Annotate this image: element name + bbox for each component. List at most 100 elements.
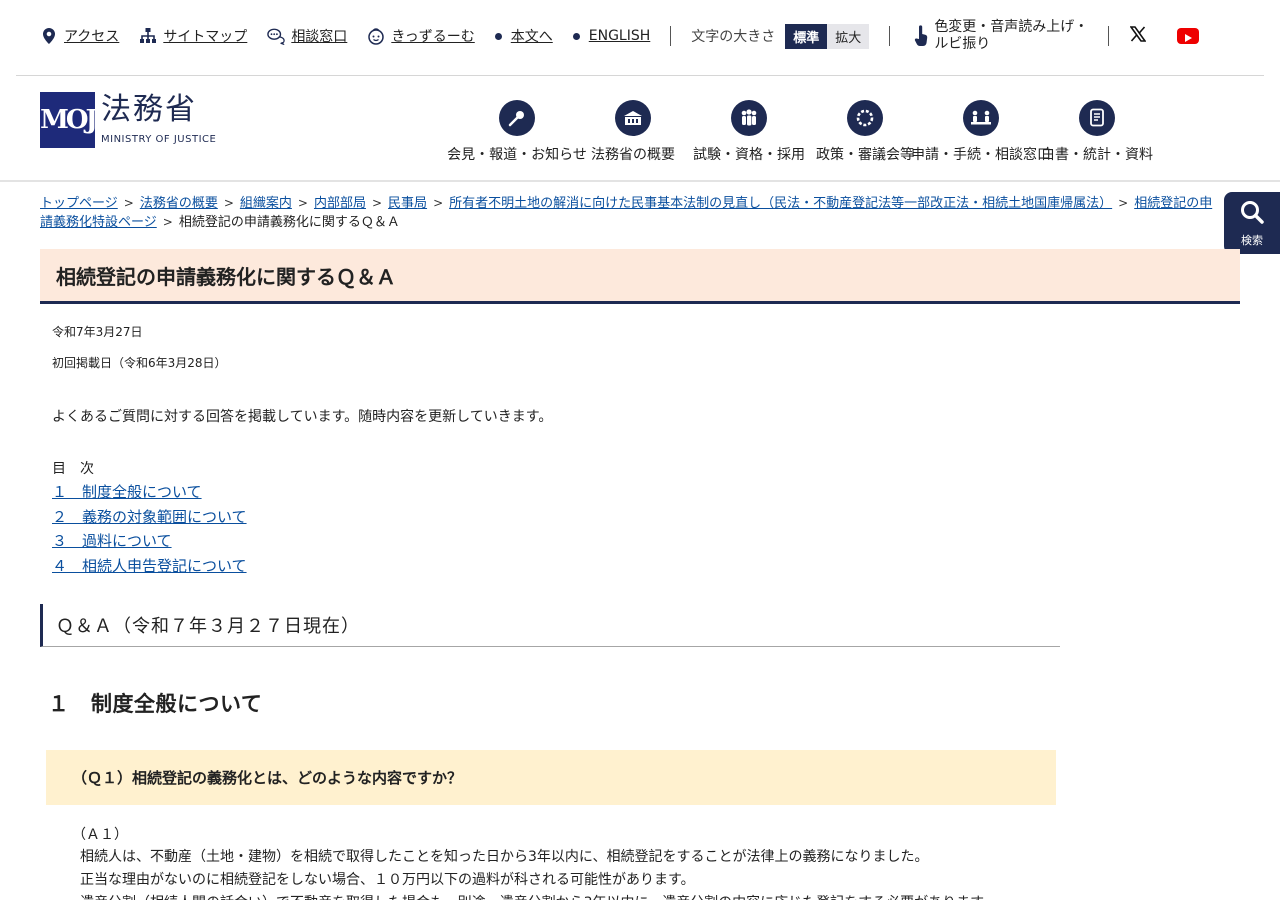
logo-text: 法務省 MINISTRY OF JUSTICE	[101, 92, 216, 145]
gnav-whitepaper[interactable]: 白書・統計・資料	[1032, 100, 1162, 164]
toc-item-heir-declaration[interactable]: ４ 相続人申告登記について	[52, 554, 247, 579]
logo-name-en: MINISTRY OF JUSTICE	[101, 134, 217, 145]
english-link[interactable]: ENGLISH	[572, 28, 651, 44]
skip-to-content-label: 本文へ	[510, 29, 553, 45]
breadcrumb-current: 相続登記の申請義務化に関するＱ＆Ａ	[178, 215, 400, 230]
social-links	[1129, 26, 1200, 46]
sitemap-link[interactable]: サイトマップ	[139, 26, 247, 46]
chevron-right-icon: >	[297, 196, 308, 210]
utility-bar: アクセス サイトマップ 相談窓口 きっずるーむ 本文へ ENGLISH 文字の大…	[0, 0, 1280, 75]
gnav-procedures[interactable]: 申請・手続・相談窓口	[911, 100, 1051, 164]
global-nav: 会見・報道・お知らせ 法務省の概要 試験・資格・採用 政策・審議会等 申請・手続…	[447, 100, 1153, 164]
gnav-procedures-label: 申請・手続・相談窓口	[911, 147, 1051, 163]
people-icon	[731, 100, 767, 136]
gnav-press[interactable]: 会見・報道・お知らせ	[447, 100, 587, 164]
divider	[1108, 26, 1110, 46]
question-text: （Ｑ１）相続登記の義務化とは、どのような内容ですか？	[72, 769, 463, 787]
toc-item-scope[interactable]: ２ 義務の対象範囲について	[52, 505, 247, 530]
answer-label: （Ａ１）	[72, 827, 128, 843]
microphone-icon	[499, 100, 535, 136]
breadcrumb-organization[interactable]: 組織案内	[240, 196, 292, 211]
youtube-icon	[1184, 27, 1193, 46]
toc-title: 目 次	[52, 461, 94, 477]
breadcrumb-top[interactable]: トップページ	[40, 196, 118, 211]
kidsroom-label: きっずるーむ	[391, 29, 475, 45]
pin-icon	[40, 27, 58, 45]
search-label: 検索	[1241, 233, 1263, 247]
chevron-right-icon: >	[162, 215, 173, 229]
first-posted-date: 初回掲載日（令和6年3月28日）	[52, 356, 227, 370]
breadcrumb: トップページ > 法務省の概要 > 組織案内 > 内部部局 > 民事局 > 所有者不明土地の解消に向…	[40, 194, 1225, 232]
intro-text: よくあるご質問に対する回答を掲載しています。随時内容を更新していきます。	[52, 409, 553, 425]
answer-line: 遺産分割（相続人間の話合い）で不動産を取得した場合も、別途、遺産分割から3年以内…	[80, 892, 1040, 900]
kids-icon	[367, 27, 385, 45]
divider	[670, 26, 672, 46]
page-title: 相続登記の申請義務化に関するＱ＆Ａ	[56, 264, 396, 289]
toc-item-penalty[interactable]: ３ 過料について	[52, 529, 247, 554]
bullet-icon	[572, 32, 580, 40]
search-button[interactable]: 検索	[1224, 192, 1280, 254]
text-size-large-button[interactable]: 拡大	[827, 23, 870, 49]
accessibility-tools-line1: 色変更・音声読み上げ・	[934, 19, 1089, 35]
moj-logo-mark: MOJ	[40, 92, 98, 148]
qa-heading: Ｑ＆Ａ（令和７年３月２７日現在）	[56, 616, 360, 637]
text-size-standard-button[interactable]: 標準	[785, 23, 828, 49]
answer-body: 相続人は、不動産（土地・建物）を相続で取得したことを知った日から3年以内に、相続…	[80, 846, 1040, 900]
breadcrumb-land-law-reform[interactable]: 所有者不明土地の解消に向けた民事基本法制の見直し（民法・不動産登記法等一部改正法…	[449, 196, 1112, 211]
search-icon	[1239, 199, 1265, 229]
bullet-icon	[494, 32, 502, 40]
x-logo-icon	[1129, 26, 1147, 46]
kidsroom-link[interactable]: きっずるーむ	[367, 26, 475, 46]
qa-heading-box: Ｑ＆Ａ（令和７年３月２７日現在）	[40, 604, 1060, 647]
chevron-right-icon: >	[371, 196, 383, 210]
chevron-right-icon: >	[1118, 196, 1129, 210]
document-icon	[1079, 100, 1115, 136]
sitemap-icon	[139, 27, 157, 45]
ring-icon	[847, 100, 883, 136]
access-label: アクセス	[64, 29, 120, 45]
answer-line: 相続人は、不動産（土地・建物）を相続で取得したことを知った日から3年以内に、相続…	[80, 849, 929, 865]
toc-item-general[interactable]: １ 制度全般について	[52, 480, 247, 505]
chevron-right-icon: >	[223, 196, 234, 210]
skip-to-content-link[interactable]: 本文へ	[494, 26, 553, 46]
logo-name-jp: 法務省	[101, 92, 197, 127]
accessibility-tools-text: 色変更・音声読み上げ・ ルビ振り	[934, 19, 1088, 53]
consult-link[interactable]: 相談窓口	[267, 26, 347, 46]
gnav-overview[interactable]: 法務省の概要	[568, 100, 698, 164]
header-divider	[0, 180, 1280, 182]
site-header: MOJ 法務省 MINISTRY OF JUSTICE 会見・報道・お知らせ 法…	[0, 76, 1280, 180]
gnav-whitepaper-label: 白書・統計・資料	[1041, 147, 1153, 163]
x-link[interactable]	[1129, 26, 1147, 46]
breadcrumb-internal-bureaus[interactable]: 内部部局	[314, 196, 366, 211]
gnav-overview-label: 法務省の概要	[591, 147, 675, 163]
text-size-label: 文字の大きさ	[691, 29, 776, 45]
utility-links: アクセス サイトマップ 相談窓口 きっずるーむ 本文へ ENGLISH 文字の大…	[40, 16, 1200, 56]
breadcrumb-civil-affairs[interactable]: 民事局	[388, 196, 427, 211]
section-heading-general: １ 制度全般について	[48, 692, 263, 716]
sitemap-label: サイトマップ	[163, 29, 248, 45]
page-title-box: 相続登記の申請義務化に関するＱ＆Ａ	[40, 249, 1240, 304]
divider	[889, 26, 891, 46]
table-of-contents: １ 制度全般について ２ 義務の対象範囲について ３ 過料について ４ 相続人申…	[52, 480, 247, 578]
question-box: （Ｑ１）相続登記の義務化とは、どのような内容ですか？	[46, 750, 1056, 805]
accessibility-tools-link[interactable]: 色変更・音声読み上げ・ ルビ振り	[910, 19, 1088, 53]
accessibility-tools-line2: ルビ振り	[934, 36, 991, 52]
building-icon	[615, 100, 651, 136]
chevron-right-icon: >	[123, 196, 134, 210]
counter-icon	[963, 100, 999, 136]
gnav-press-label: 会見・報道・お知らせ	[447, 147, 587, 163]
breadcrumb-overview[interactable]: 法務省の概要	[140, 196, 218, 211]
english-label: ENGLISH	[588, 28, 651, 44]
site-logo[interactable]: MOJ 法務省 MINISTRY OF JUSTICE	[40, 92, 216, 148]
answer-line: 正当な理由がないのに相続登記をしない場合、１０万円以下の過料が科される可能性があ…	[80, 872, 695, 888]
chevron-right-icon: >	[433, 196, 444, 210]
access-link[interactable]: アクセス	[40, 26, 119, 46]
consult-label: 相談窓口	[291, 29, 348, 45]
youtube-link[interactable]	[1177, 27, 1200, 46]
gnav-policy-label: 政策・審議会等	[816, 147, 914, 163]
chat-icon	[267, 27, 286, 45]
update-date: 令和7年3月27日	[52, 325, 143, 339]
hand-pointer-icon	[910, 25, 932, 47]
gnav-exams[interactable]: 試験・資格・採用	[684, 100, 814, 164]
gnav-exams-label: 試験・資格・採用	[693, 147, 805, 163]
